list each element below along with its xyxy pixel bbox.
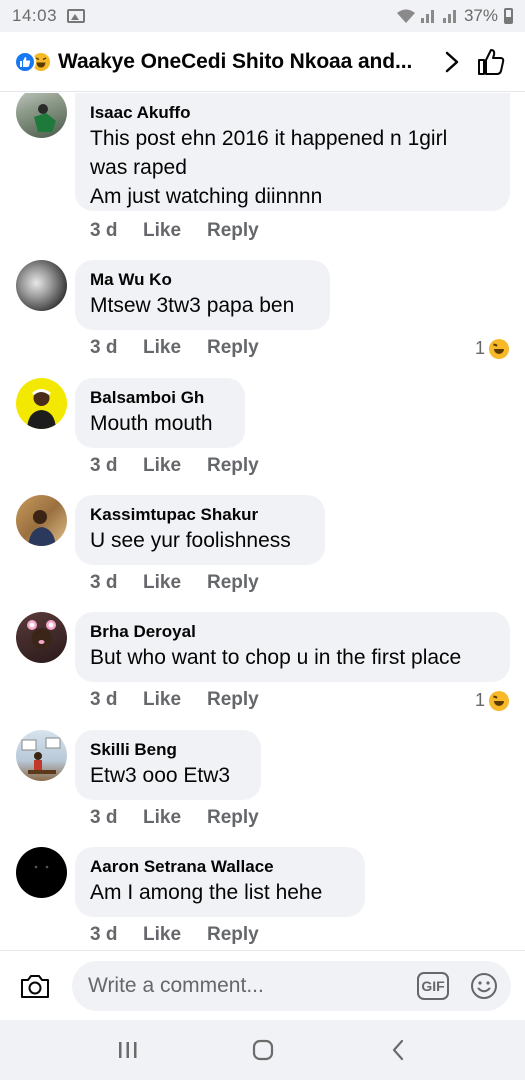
comment-bubble[interactable]: Aaron Setrana Wallace Am I among the lis… <box>75 847 365 917</box>
thumbs-up-icon[interactable] <box>471 42 511 82</box>
comment-time: 3 d <box>90 689 118 710</box>
battery-icon <box>504 8 513 24</box>
avatar[interactable] <box>16 730 67 781</box>
system-nav-bar <box>0 1020 525 1080</box>
home-icon[interactable] <box>243 1030 283 1070</box>
like-button[interactable]: Like <box>143 572 207 594</box>
signal-icon <box>420 10 434 23</box>
recent-apps-icon[interactable] <box>108 1030 148 1070</box>
reply-button[interactable]: Reply <box>207 455 259 477</box>
battery-percent: 37% <box>463 6 498 25</box>
reaction-count[interactable]: 1 <box>475 690 509 711</box>
reply-button[interactable]: Reply <box>207 572 259 594</box>
comment-actions: 3 d Like Reply <box>90 572 259 594</box>
comment-actions: 3 d Like Reply <box>90 807 259 829</box>
like-button[interactable]: Like <box>143 689 207 711</box>
comment-bubble[interactable]: Ma Wu Ko Mtsew 3tw3 papa ben <box>75 260 330 330</box>
reaction-count-number: 1 <box>474 690 485 710</box>
emoji-icon[interactable] <box>469 971 499 1001</box>
avatar[interactable] <box>16 847 67 898</box>
commenter-name[interactable]: Kassimtupac Shakur <box>90 504 310 525</box>
comment-bubble[interactable]: Isaac Akuffo This post ehn 2016 it happe… <box>75 93 510 211</box>
comment-actions: 3 d Like Reply <box>90 337 259 359</box>
post-reactions[interactable] <box>14 50 52 73</box>
haha-reaction-icon <box>489 338 509 359</box>
comment-text: Etw3 ooo Etw3 <box>90 764 231 787</box>
wifi-icon <box>396 9 415 23</box>
comment-bubble[interactable]: Kassimtupac Shakur U see yur foolishness <box>75 495 325 565</box>
comment-field[interactable]: GIF <box>72 960 511 1011</box>
comment-input[interactable] <box>88 973 417 998</box>
chevron-right-icon[interactable] <box>437 47 467 77</box>
comment-actions: 3 d Like Reply <box>90 220 259 242</box>
comment-text: This post ehn 2016 it happened n 1girl <box>90 127 448 150</box>
commenter-name[interactable]: Aaron Setrana Wallace <box>90 856 350 877</box>
comment-time: 3 d <box>90 455 118 476</box>
comment-actions: 3 d Like Reply <box>90 455 259 477</box>
reply-button[interactable]: Reply <box>207 337 259 359</box>
reply-button[interactable]: Reply <box>207 807 259 829</box>
reply-button[interactable]: Reply <box>207 220 259 242</box>
gif-button[interactable]: GIF <box>417 971 449 1000</box>
comment-text: Mtsew 3tw3 papa ben <box>90 294 295 317</box>
comment-text: Am just watching diinnnn <box>90 185 323 208</box>
like-button[interactable]: Like <box>143 924 207 946</box>
post-header: Waakye OneCedi Shito Nkoaa and... <box>0 32 525 92</box>
gallery-notification-icon <box>67 9 86 23</box>
commenter-name[interactable]: Balsamboi Gh <box>90 387 230 408</box>
commenter-name[interactable]: Skilli Beng <box>90 739 246 760</box>
comment-list[interactable]: Isaac Akuffo This post ehn 2016 it happe… <box>0 93 525 950</box>
comment-time: 3 d <box>90 807 118 828</box>
like-button[interactable]: Like <box>143 807 207 829</box>
comment-bubble[interactable]: Balsamboi Gh Mouth mouth <box>75 378 245 448</box>
reply-button[interactable]: Reply <box>207 689 259 711</box>
commenter-name[interactable]: Isaac Akuffo <box>90 102 495 123</box>
haha-reaction-icon <box>489 690 509 711</box>
reply-button[interactable]: Reply <box>207 924 259 946</box>
commenter-name[interactable]: Ma Wu Ko <box>90 269 315 290</box>
reaction-count-number: 1 <box>474 338 485 358</box>
comment-text: Mouth mouth <box>90 412 213 435</box>
comment-time: 3 d <box>90 924 118 945</box>
comment-text: But who want to chop u in the first plac… <box>90 646 462 669</box>
reaction-count[interactable]: 1 <box>475 338 509 359</box>
status-bar: 14:03 37% <box>0 0 525 32</box>
avatar[interactable] <box>16 495 67 546</box>
comment-time: 3 d <box>90 572 118 593</box>
status-indicators: 37% <box>396 6 513 26</box>
like-reaction-icon <box>14 50 36 73</box>
comment-text: was raped <box>90 156 187 179</box>
like-button[interactable]: Like <box>143 337 207 359</box>
commenter-name[interactable]: Brha Deroyal <box>90 621 495 642</box>
avatar[interactable] <box>16 378 67 429</box>
comment-composer: GIF <box>0 950 525 1020</box>
comment-bubble[interactable]: Skilli Beng Etw3 ooo Etw3 <box>75 730 261 800</box>
comment-text: Am I among the list hehe <box>90 881 323 904</box>
like-button[interactable]: Like <box>143 220 207 242</box>
avatar[interactable] <box>16 260 67 311</box>
comment-time: 3 d <box>90 337 118 358</box>
comment-text: U see yur foolishness <box>90 529 291 552</box>
comment-bubble[interactable]: Brha Deroyal But who want to chop u in t… <box>75 612 510 682</box>
status-time: 14:03 <box>12 6 58 25</box>
signal-icon-2 <box>442 10 456 23</box>
comment-actions: 3 d Like Reply <box>90 689 259 711</box>
camera-icon[interactable] <box>14 965 56 1007</box>
comment-actions: 3 d Like Reply <box>90 924 259 946</box>
avatar[interactable] <box>16 612 67 663</box>
comment-time: 3 d <box>90 220 118 241</box>
avatar[interactable] <box>16 93 67 138</box>
post-title[interactable]: Waakye OneCedi Shito Nkoaa and... <box>58 50 431 74</box>
like-button[interactable]: Like <box>143 455 207 477</box>
back-icon[interactable] <box>378 1030 418 1070</box>
